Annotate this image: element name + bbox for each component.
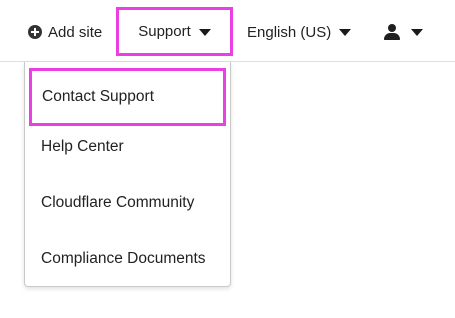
user-icon: [384, 24, 400, 40]
language-label: English (US): [247, 23, 332, 41]
menu-item-label: Cloudflare Community: [41, 194, 195, 211]
language-selector[interactable]: English (US): [247, 22, 352, 42]
menu-item-contact-support[interactable]: Contact Support: [29, 68, 226, 126]
menu-item-label: Help Center: [41, 138, 124, 155]
plus-circle-icon: [28, 25, 42, 39]
menu-item-help-center[interactable]: Help Center: [25, 119, 230, 175]
page: Add site Support English (US) Contact Su…: [0, 0, 455, 318]
menu-item-compliance-documents[interactable]: Compliance Documents: [25, 231, 230, 287]
add-site-label: Add site: [48, 23, 103, 41]
support-dropdown-menu: Contact Support Help Center Cloudflare C…: [24, 62, 231, 287]
caret-down-icon: [411, 29, 423, 36]
menu-item-cloudflare-community[interactable]: Cloudflare Community: [25, 175, 230, 231]
caret-down-icon: [198, 28, 211, 36]
support-menu-button[interactable]: Support: [116, 7, 233, 56]
top-navigation-bar: Add site Support English (US): [0, 0, 455, 62]
caret-down-icon: [339, 29, 352, 36]
support-label: Support: [138, 23, 191, 40]
add-site-button[interactable]: Add site: [28, 22, 102, 42]
menu-item-label: Contact Support: [42, 88, 155, 105]
user-menu-button[interactable]: [384, 22, 423, 42]
menu-item-label: Compliance Documents: [41, 250, 206, 267]
